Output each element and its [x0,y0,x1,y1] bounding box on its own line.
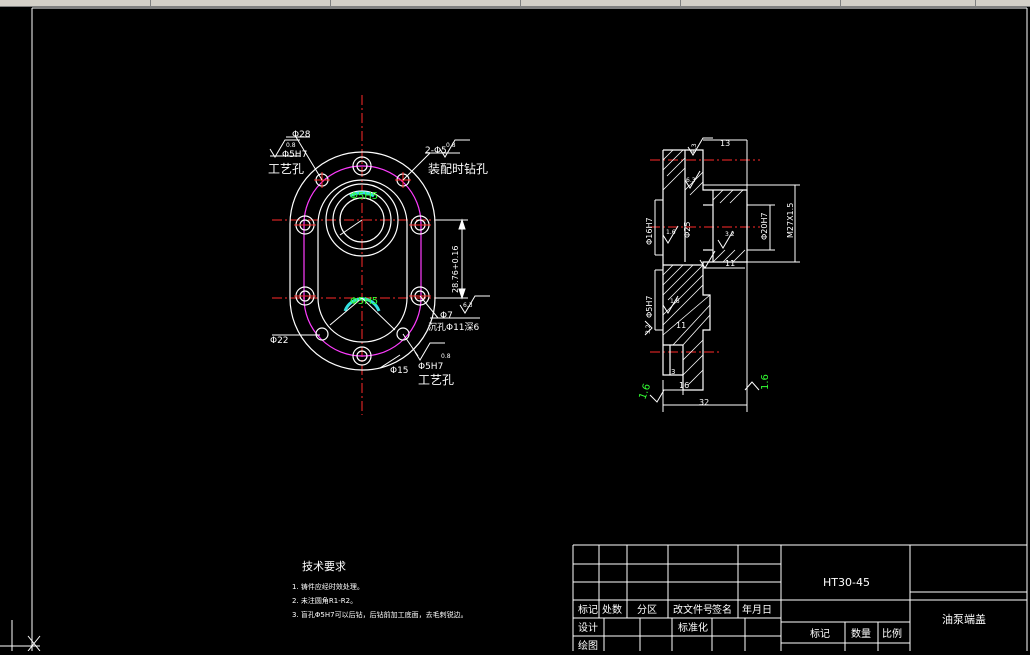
process-hole-label: 工艺孔 [418,373,454,387]
toolbar-separator [680,0,681,6]
center-bore-label: Φ5H5 [350,191,378,202]
dia-25-label: Φ25 [683,222,692,238]
roughness-label: 0.8 [446,142,456,149]
toolbar-separator [840,0,841,6]
tolerance-label: Φ5H7 [282,150,307,160]
cad-drawing-svg: Φ28 0.8 Φ5H7 工艺孔 2-Φ5 0.8 装配时钻孔 Φ5H5 Φ5H… [0,7,1028,652]
process-hole-label: 工艺孔 [268,162,304,176]
cad-drawing-canvas[interactable]: Φ28 0.8 Φ5H7 工艺孔 2-Φ5 0.8 装配时钻孔 Φ5H5 Φ5H… [0,7,1030,652]
dim-11-label: 11 [725,259,735,268]
header-doc-number: 改文件号 [673,603,713,616]
title-block: HT30-45 油泵端盖 标记 处数 分区 改文件号 签名 年月日 设计 标准化… [572,544,1027,652]
design-label: 设计 [578,621,598,634]
roughness-label: 1.6 [760,374,771,390]
dia-7-label: Φ7 [440,311,453,321]
toolbar-separator [975,0,976,6]
dia-28-label: Φ28 [292,130,311,140]
roughness-label: 3.2 [645,324,652,334]
dim-13-label: 13 [720,139,730,148]
drawing-frame [31,7,1028,651]
roughness-label: 6.3 [463,302,473,309]
center-bore-label: Φ5H5 [350,296,378,307]
roughness-label: 1.6 [670,298,680,305]
stage-mark-label: 标记 [810,628,830,640]
dim-11-label: 11 [676,321,686,330]
dim-32-label: 32 [699,398,709,407]
tech-requirement-item: 2. 未注圆角R1-R2。 [292,596,357,605]
header-mark: 标记 [578,604,598,616]
tolerance-label: Φ5H7 [418,362,443,372]
dia-22-label: Φ22 [270,336,289,346]
dia-16h7-label: Φ16H7 [645,217,654,245]
material-label: HT30-45 [823,576,870,589]
standardize-label: 标准化 [678,621,708,634]
tech-requirement-item: 3. 盲孔Φ5H7可以后钻，后钻前加工底面，去毛刺锐边。 [292,610,468,619]
header-zone: 分区 [637,604,657,616]
sink-hole-note: 沉孔Φ11深6 [428,322,480,333]
technical-requirements: 技术要求 1. 铸件应经时效处理。 2. 未注圆角R1-R2。 3. 盲孔Φ5H… [292,560,468,619]
front-view: Φ28 0.8 Φ5H7 工艺孔 2-Φ5 0.8 装配时钻孔 Φ5H5 Φ5H… [268,95,490,415]
dia-15-label: Φ15 [390,366,409,376]
tech-requirements-title: 技术要求 [302,560,346,573]
assembly-drill-note: 装配时钻孔 [428,161,488,176]
toolbar-strip[interactable] [0,0,1030,7]
weight-label: 数量 [851,627,871,640]
roughness-label: 6.3 [691,143,698,153]
roughness-label: 6.3 [686,177,696,184]
toolbar-separator [330,0,331,6]
thread-label: M27X1.5 [786,203,795,238]
tech-requirement-item: 1. 铸件应经时效处理。 [292,582,364,591]
scale-label: 比例 [882,627,902,640]
toolbar-separator [150,0,151,6]
header-date: 年月日 [742,603,772,616]
dia-20h7-label: Φ20H7 [760,212,769,240]
vertical-dimension-label: 28.76+0.16 [451,246,460,293]
toolbar-separator [520,0,521,6]
roughness-label: 0.8 [286,142,296,149]
draw-label: 绘图 [578,639,598,651]
header-count: 处数 [602,603,622,616]
header-signature: 签名 [712,603,732,616]
section-view: 13 6.3 6.3 Φ16H7 Φ25 Φ20H7 M27X1.5 1.6 3… [637,137,800,412]
roughness-label: 3.2 [725,231,735,238]
dim-3-label: 3 [671,368,675,376]
part-name-label: 油泵端盖 [942,612,986,626]
roughness-label: 0.8 [441,353,451,360]
ucs-axis-icon [0,620,41,652]
roughness-label: 1.6 [666,229,676,236]
dia-5h7-label: Φ5H7 [645,296,654,319]
holes-count-label: 2-Φ5 [425,146,447,156]
roughness-label: 1.6 [637,382,653,401]
dim-16-label: 16 [679,381,689,390]
